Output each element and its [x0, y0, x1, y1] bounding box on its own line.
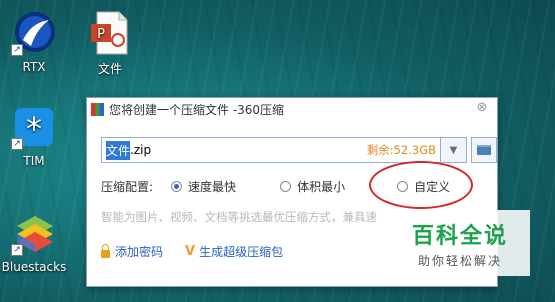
v-check-icon: V	[185, 244, 196, 259]
powerpoint-file-icon: P	[87, 10, 133, 56]
rtx-icon: ↗	[11, 10, 57, 56]
lock-icon	[101, 243, 110, 258]
desktop-icon-label: TIM	[23, 154, 45, 168]
svg-text:*: *	[26, 110, 42, 148]
option-label: 体积最小	[297, 180, 346, 194]
add-password-link[interactable]: 添加密码	[101, 243, 163, 260]
watermark-title: 百科全说	[411, 224, 508, 249]
file-extension: .zip	[130, 143, 152, 157]
super-compress-label: 生成超级压缩包	[199, 245, 284, 259]
shortcut-arrow-icon: ↗	[11, 44, 23, 56]
compression-hint: 智能为图片、视频、文档等挑选最优压缩方式，兼具速	[101, 210, 377, 224]
tim-icon: * ↗	[11, 104, 57, 150]
output-path-row: 文件 .zip 剩余:52.3GB ▼	[101, 137, 497, 163]
super-compress-link[interactable]: V 生成超级压缩包	[185, 243, 283, 260]
desktop-icon-label: RTX	[22, 60, 46, 74]
add-password-label: 添加密码	[115, 245, 164, 259]
radio-smallest[interactable]	[280, 181, 292, 192]
360zip-app-icon	[91, 102, 104, 116]
selected-filename: 文件	[106, 140, 131, 160]
config-label: 压缩配置:	[101, 180, 154, 194]
path-dropdown-button[interactable]: ▼	[441, 137, 467, 163]
watermark: 百科全说 助你轻松解决	[390, 210, 530, 276]
desktop-icon-tim[interactable]: * ↗ TIM	[0, 104, 70, 168]
shortcut-arrow-icon: ↗	[11, 244, 23, 256]
bluestacks-icon: ↗	[11, 210, 57, 256]
dialog-titlebar[interactable]: 您将创建一个压缩文件 -360压缩	[87, 98, 497, 120]
remaining-space: 剩余:52.3GB	[366, 143, 436, 157]
desktop-icon-file[interactable]: P 文件	[74, 10, 146, 77]
output-path-input[interactable]: 文件 .zip 剩余:52.3GB	[101, 137, 441, 163]
desktop-icon-label: Bluestacks	[1, 260, 67, 274]
browse-folder-button[interactable]	[471, 137, 497, 163]
chevron-down-icon: ▼	[449, 144, 458, 156]
svg-text:P: P	[97, 27, 105, 42]
desktop-icon-rtx[interactable]: ↗ RTX	[0, 10, 70, 74]
desktop-icon-bluestacks[interactable]: ↗ Bluestacks	[0, 210, 70, 274]
dialog-title: 您将创建一个压缩文件 -360压缩	[109, 102, 285, 117]
option-smallest[interactable]: 体积最小	[280, 178, 345, 195]
annotation-circle	[369, 161, 473, 209]
extras-row: 添加密码 V 生成超级压缩包	[101, 243, 283, 260]
folder-icon	[477, 145, 491, 155]
close-icon[interactable]: ⊗	[475, 101, 489, 115]
desktop-icon-label: 文件	[97, 62, 122, 76]
watermark-subtitle: 助你轻松解决	[417, 254, 502, 268]
option-fastest[interactable]: 速度最快	[171, 178, 236, 195]
shortcut-arrow-icon: ↗	[11, 138, 23, 150]
radio-fastest[interactable]	[171, 181, 183, 192]
option-label: 速度最快	[188, 180, 237, 194]
